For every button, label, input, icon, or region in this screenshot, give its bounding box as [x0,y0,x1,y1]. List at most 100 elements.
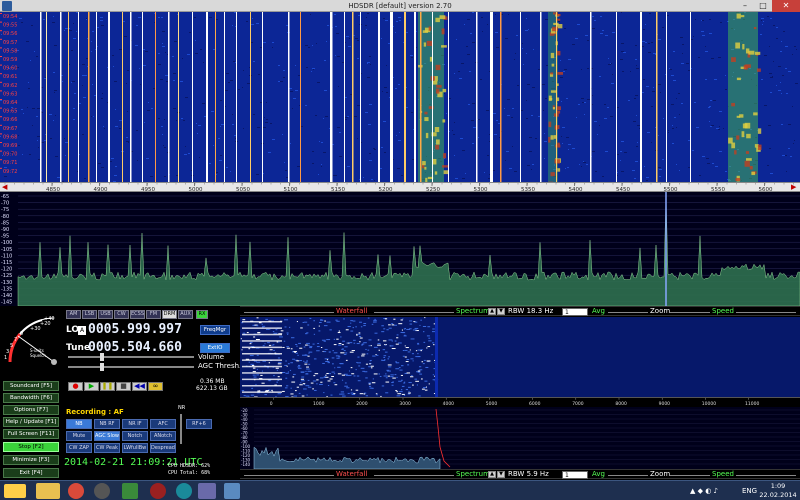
anotch-button[interactable]: ANotch [150,431,176,441]
scroll-right-icon[interactable]: ▶ [791,183,796,192]
lo-vfo-badge[interactable]: A [78,326,86,335]
main-spectrum[interactable]: -65-70-75-80-85-90-95-100-105-110-115-12… [0,192,800,306]
mode-ecss-button[interactable]: ECSS [130,310,145,319]
spectrum-contrast-slider[interactable] [244,475,334,476]
app-icon-8[interactable] [224,483,240,499]
speed-slider[interactable] [736,312,796,313]
minimize-button[interactable]: – [736,0,754,12]
exit-button[interactable]: Exit [F4] [3,468,59,478]
cw-zap-button[interactable]: CW ZAP [66,443,92,453]
waterfall-noise [221,124,224,125]
af-waterfall-speck [271,389,273,391]
loop-button[interactable]: ∞ [148,382,163,391]
explorer-icon[interactable] [36,483,60,499]
waterfall-noise [272,139,275,140]
mode-fm-button[interactable]: FM [146,310,161,319]
mode-usb-button[interactable]: USB [98,310,113,319]
rbw-down-icon[interactable]: ▼ [497,308,505,315]
avg-select-bottom[interactable]: 1 [562,471,588,479]
app-icon-6[interactable] [176,483,192,499]
help-update-button[interactable]: Help / Update [F1] [3,417,59,427]
mode-aux-button[interactable]: AUX [178,310,193,319]
mute-button[interactable]: Mute [66,431,92,441]
soundcard-button[interactable]: Soundcard [F5] [3,381,59,391]
waterfall-noise [28,88,30,89]
mode-drm-button[interactable]: DRM [162,310,177,319]
chrome-icon[interactable] [68,483,84,499]
rewind-button[interactable]: ◀◀ [132,382,147,391]
rbw-up-bottom-icon[interactable]: ▲ [488,471,496,478]
mode-am-button[interactable]: AM [66,310,81,319]
language-indicator[interactable]: ENG [742,484,757,498]
waterfall-noise [688,70,690,71]
despread-button[interactable]: Despread [150,443,176,453]
waterfall-noise [568,59,571,60]
af-spectrum[interactable]: -20-30-40-50-60-70-80-90-100-110-120-130… [240,407,800,469]
cw-peak-button[interactable]: CW Peak [94,443,120,453]
mode-indicator[interactable]: RX [196,310,208,319]
mode-cw-button[interactable]: CW [114,310,129,319]
avg-slider-bottom[interactable] [608,475,648,476]
avg-select[interactable]: 1 [562,308,588,316]
rbw-down-bottom-icon[interactable]: ▼ [497,471,505,478]
hdsdr-taskbar-icon[interactable] [198,483,216,499]
tray-icons[interactable]: ▲ ◆ ◐ ♪ [690,484,718,498]
clock[interactable]: 1:09 22.02.2014 [758,482,798,500]
spectrum-control-bar[interactable]: Waterfall Spectrum ▲ ▼ RBW 5.9 Hz 1 Avg … [240,469,800,479]
spectrum-brightness-slider[interactable] [374,475,454,476]
af-waterfall-speck [343,354,347,356]
app-icon-3[interactable] [94,483,110,499]
agc-slider-track[interactable] [68,366,194,368]
nb-rf-button[interactable]: NB RF [94,419,120,429]
mode-lsb-button[interactable]: LSB [82,310,97,319]
stop-button[interactable]: Stop [F2] [3,442,59,452]
waterfall-hotspot [550,172,555,177]
utorrent-icon[interactable] [122,483,138,499]
extio-button[interactable]: ExtIO [200,343,230,353]
maximize-button[interactable]: □ [754,0,772,12]
rbw-up-icon[interactable]: ▲ [488,308,496,315]
close-button[interactable]: ✕ [772,0,800,12]
agc-slow-button[interactable]: AGC Slow [94,431,120,441]
zoom-slider[interactable] [670,312,710,313]
zoom-slider-bottom[interactable] [670,475,710,476]
afc-button[interactable]: AFC [150,419,176,429]
full-screen-button[interactable]: Full Screen [F11] [3,429,59,439]
lo-frequency[interactable]: 0005.999.997 [88,322,182,338]
nr-if-button[interactable]: NR IF [122,419,148,429]
agc-slider-handle[interactable] [100,363,104,371]
waterfall-noise [575,38,578,39]
waterfall-contrast-slider[interactable] [244,312,334,313]
lwfullbw-button[interactable]: LWfullBw [122,443,148,453]
minimize-app-button[interactable]: Minimize [F3] [3,455,59,465]
af-waterfall-speck [350,392,354,394]
scroll-left-icon[interactable]: ◀ [2,183,7,192]
options-button[interactable]: Options [F7] [3,405,59,415]
af-waterfall-speck [403,394,406,396]
nr-slider[interactable] [180,414,182,444]
main-waterfall[interactable]: 09:54 09:55 09:56 09:57 09:58 09:59 09:60 09:61… [0,12,800,182]
stop-record-button[interactable]: ■ [116,382,131,391]
start-icon[interactable] [4,484,26,498]
waterfall-brightness-slider[interactable] [374,312,454,313]
nb-button[interactable]: NB [66,419,92,429]
freqmgr-button[interactable]: FreqMgr [200,325,230,335]
volume-slider-track[interactable] [68,356,194,358]
bandwidth-button[interactable]: Bandwidth [F6] [3,393,59,403]
app-icon-5[interactable] [150,483,166,499]
play-button[interactable]: ▶ [84,382,99,391]
notch-button[interactable]: Notch [122,431,148,441]
pause-button[interactable]: ❚❚ [100,382,115,391]
af-waterfall[interactable] [240,317,800,397]
waterfall-noise [592,28,595,29]
record-button[interactable]: ● [68,382,83,391]
waterfall-noise [709,19,711,20]
speed-slider-bottom[interactable] [736,475,796,476]
avg-slider[interactable] [608,312,648,313]
waterfall-noise [176,120,177,121]
rf6-button[interactable]: RF+6 [186,419,212,429]
volume-slider-handle[interactable] [100,353,104,361]
frequency-scale[interactable]: 4850 4900 4950 5000 5050 5100 5150 5200 5250 5300… [0,182,800,193]
waterfall-control-bar[interactable]: Waterfall Spectrum ▲ ▼ RBW 18.3 Hz 1 Avg… [240,306,800,316]
waterfall-noise [594,121,597,122]
